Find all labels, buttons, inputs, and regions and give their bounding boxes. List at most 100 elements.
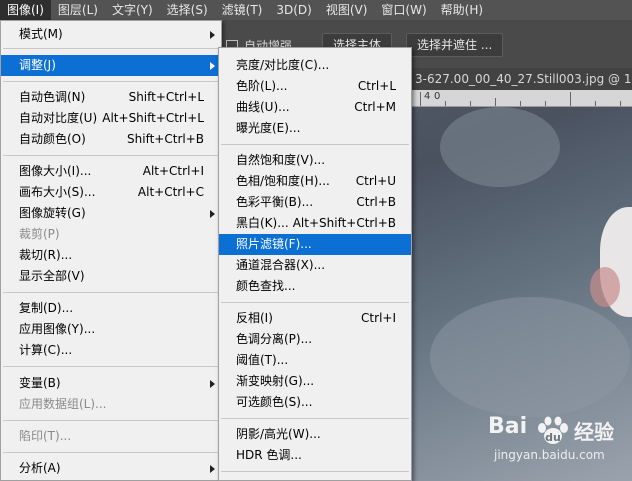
submenu-arrow-icon xyxy=(210,31,215,39)
menu-item-shortcut: Shift+Ctrl+L xyxy=(128,90,204,104)
menu-item-brightness-contrast[interactable]: 亮度/对比度(C)... xyxy=(219,55,411,76)
ruler-tick xyxy=(420,92,421,106)
menu-select[interactable]: 选择(S) xyxy=(160,0,215,20)
ruler-label: 0 xyxy=(434,91,441,102)
menu-item-shortcut: Ctrl+L xyxy=(357,79,396,93)
menu-item-color-balance[interactable]: 色彩平衡(B)... Ctrl+B xyxy=(219,192,411,213)
menu-item-curves[interactable]: 曲线(U)... Ctrl+M xyxy=(219,97,411,118)
menu-item-gradient-map[interactable]: 渐变映射(G)... xyxy=(219,371,411,392)
menu-item-threshold[interactable]: 阈值(T)... xyxy=(219,350,411,371)
menu-item-label: 调整(J) xyxy=(19,58,56,72)
menu-item-label: 色彩平衡(B)... xyxy=(236,195,314,209)
baidu-jingyan-watermark: Bai du 经验 jingyan.baidu.com xyxy=(488,414,628,474)
menu-item-label: 模式(M) xyxy=(19,27,63,41)
menu-3d[interactable]: 3D(D) xyxy=(269,0,318,20)
photoshop-window: 图像(I) 图层(L) 文字(Y) 选择(S) 滤镜(T) 3D(D) 视图(V… xyxy=(0,0,632,481)
menu-item-label: 黑白(K)... xyxy=(236,216,289,230)
menubar: 图像(I) 图层(L) 文字(Y) 选择(S) 滤镜(T) 3D(D) 视图(V… xyxy=(0,0,632,20)
menu-item-label: 照片滤镜(F)... xyxy=(236,237,312,251)
menu-item-shortcut: Alt+Shift+Ctrl+L xyxy=(102,111,204,125)
menu-item-analysis[interactable]: 分析(A) xyxy=(1,458,221,479)
menu-item-shortcut: Ctrl+U xyxy=(355,174,396,188)
menu-item-duplicate[interactable]: 复制(D)... xyxy=(1,298,221,319)
menu-window[interactable]: 窗口(W) xyxy=(374,0,433,20)
menu-item-hdr-toning[interactable]: HDR 色调... xyxy=(219,445,411,466)
menu-item-posterize[interactable]: 色调分离(P)... xyxy=(219,329,411,350)
menu-item-color-lookup[interactable]: 颜色查找... xyxy=(219,276,411,297)
menu-item-canvas-size[interactable]: 画布大小(S)... Alt+Ctrl+C xyxy=(1,182,221,203)
menu-item-variables[interactable]: 变量(B) xyxy=(1,373,221,394)
menu-item-label: 自然饱和度(V)... xyxy=(236,153,326,167)
adjustments-submenu: 亮度/对比度(C)... 色阶(L)... Ctrl+L 曲线(U)... Ct… xyxy=(218,47,412,481)
menu-separator xyxy=(3,81,219,82)
menu-separator xyxy=(221,144,409,145)
menu-item-black-white[interactable]: 黑白(K)... Alt+Shift+Ctrl+B xyxy=(219,213,411,234)
menu-item-reveal-all[interactable]: 显示全部(V) xyxy=(1,266,221,287)
menu-item-label: 陷印(T)... xyxy=(19,429,72,443)
menu-item-adjust[interactable]: 调整(J) xyxy=(1,55,221,76)
menu-item-image-rotation[interactable]: 图像旋转(G) xyxy=(1,203,221,224)
ruler-tick xyxy=(445,101,446,106)
menu-item-trim[interactable]: 裁切(R)... xyxy=(1,245,221,266)
menu-filter[interactable]: 滤镜(T) xyxy=(215,0,270,20)
ruler-tick xyxy=(620,101,621,106)
menu-item-label: 曝光度(E)... xyxy=(236,121,301,135)
menu-item-photo-filter[interactable]: 照片滤镜(F)... xyxy=(219,234,411,255)
menu-item-label: 色相/饱和度(H)... xyxy=(236,174,330,188)
image-region xyxy=(430,297,630,417)
menu-item-exposure[interactable]: 曝光度(E)... xyxy=(219,118,411,139)
ruler-tick xyxy=(520,101,521,106)
menu-item-label: 反相(I) xyxy=(236,311,273,325)
menu-item-shortcut: Ctrl+M xyxy=(354,100,396,114)
menu-item-levels[interactable]: 色阶(L)... Ctrl+L xyxy=(219,76,411,97)
menu-item-auto-color[interactable]: 自动颜色(O) Shift+Ctrl+B xyxy=(1,129,221,150)
submenu-arrow-icon xyxy=(210,210,215,218)
menu-item-label: 分析(A) xyxy=(19,461,61,475)
menu-item-label: 复制(D)... xyxy=(19,301,74,315)
menu-item-apply-image[interactable]: 应用图像(Y)... xyxy=(1,319,221,340)
ruler-label: 4 xyxy=(424,91,431,102)
menu-layer[interactable]: 图层(L) xyxy=(51,0,105,20)
menu-item-label: 渐变映射(G)... xyxy=(236,374,315,388)
ruler-tick xyxy=(570,92,571,106)
menu-item-apply-data-set: 应用数据组(L)... xyxy=(1,394,221,415)
menu-item-label: 变量(B) xyxy=(19,376,61,390)
ruler-tick xyxy=(495,98,496,106)
select-and-mask-button[interactable]: 选择并遮住 ... xyxy=(406,33,504,57)
menu-item-channel-mixer[interactable]: 通道混合器(X)... xyxy=(219,255,411,276)
menu-separator xyxy=(3,420,219,421)
menu-item-crop: 裁剪(P) xyxy=(1,224,221,245)
menu-separator xyxy=(3,452,219,453)
menu-help[interactable]: 帮助(H) xyxy=(434,0,490,20)
menu-item-label: 应用图像(Y)... xyxy=(19,322,96,336)
menu-item-label: 应用数据组(L)... xyxy=(19,397,107,411)
menu-item-label: 显示全部(V) xyxy=(19,269,85,283)
watermark-url: jingyan.baidu.com xyxy=(494,448,605,462)
image-menu: 模式(M) 调整(J) 自动色调(N) Shift+Ctrl+L 自动对比度(U… xyxy=(0,20,222,481)
menu-item-shadows-highlights[interactable]: 阴影/高光(W)... xyxy=(219,424,411,445)
menu-type[interactable]: 文字(Y) xyxy=(105,0,160,20)
menu-image[interactable]: 图像(I) xyxy=(0,0,51,20)
menu-item-label: 裁切(R)... xyxy=(19,248,73,262)
menu-separator xyxy=(221,471,409,472)
menu-item-mode[interactable]: 模式(M) xyxy=(1,24,221,45)
watermark-brand-cn: 经验 xyxy=(574,420,614,444)
menu-item-shortcut: Shift+Ctrl+B xyxy=(127,132,204,146)
menu-item-hue-saturation[interactable]: 色相/饱和度(H)... Ctrl+U xyxy=(219,171,411,192)
menu-item-label: 可选颜色(S)... xyxy=(236,395,313,409)
menu-item-label: 自动对比度(U) xyxy=(19,111,98,125)
menu-view[interactable]: 视图(V) xyxy=(319,0,375,20)
menu-item-image-size[interactable]: 图像大小(I)... Alt+Ctrl+I xyxy=(1,161,221,182)
menu-separator xyxy=(3,366,219,367)
menu-item-selective-color[interactable]: 可选颜色(S)... xyxy=(219,392,411,413)
submenu-arrow-icon xyxy=(210,380,215,388)
menu-item-invert[interactable]: 反相(I) Ctrl+I xyxy=(219,308,411,329)
menu-item-vibrance[interactable]: 自然饱和度(V)... xyxy=(219,150,411,171)
ruler-tick xyxy=(595,101,596,106)
menu-item-auto-tone[interactable]: 自动色调(N) Shift+Ctrl+L xyxy=(1,87,221,108)
menu-item-calculations[interactable]: 计算(C)... xyxy=(1,340,221,361)
menu-item-label: 图像大小(I)... xyxy=(19,164,92,178)
submenu-arrow-icon xyxy=(210,62,215,70)
menu-item-label: 裁剪(P) xyxy=(19,227,60,241)
menu-item-auto-contrast[interactable]: 自动对比度(U) Alt+Shift+Ctrl+L xyxy=(1,108,221,129)
